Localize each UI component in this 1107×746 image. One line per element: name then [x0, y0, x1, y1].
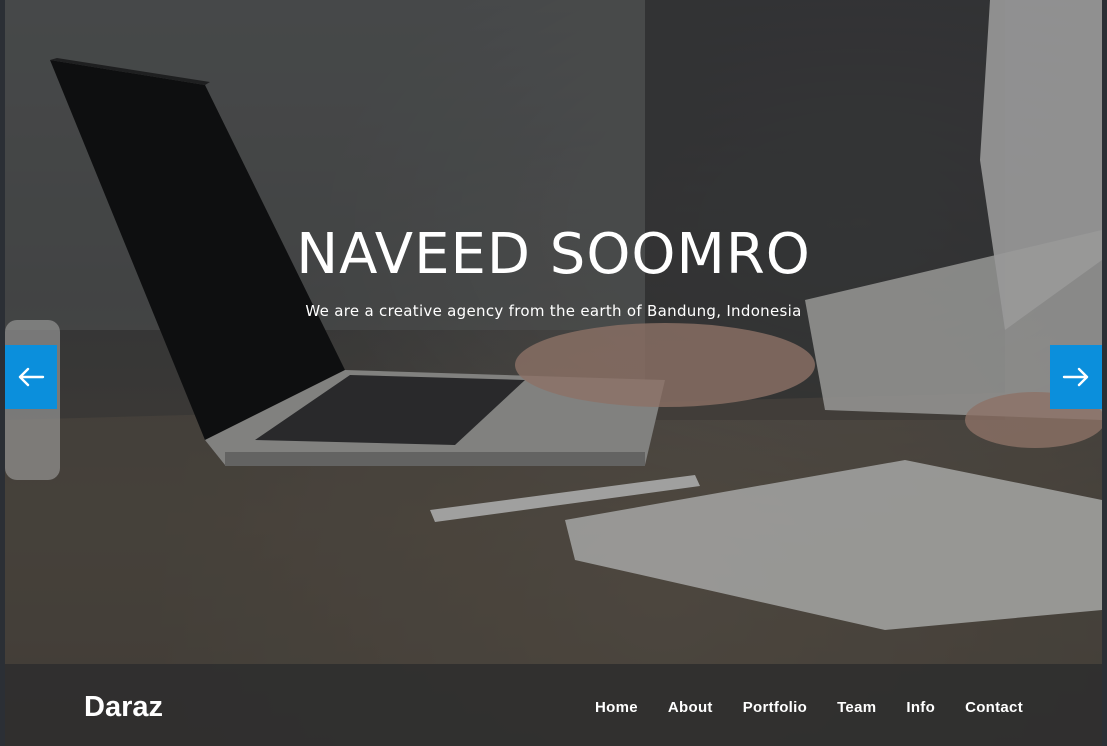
nav-link-home[interactable]: Home [595, 699, 638, 716]
right-edge-strip [1102, 0, 1107, 746]
arrow-right-icon [1062, 367, 1089, 387]
nav-item-home: Home [595, 699, 638, 717]
nav-link-info[interactable]: Info [906, 699, 935, 716]
nav-link-contact[interactable]: Contact [965, 699, 1023, 716]
hero-slider: NAVEED SOOMRO We are a creative agency f… [5, 0, 1102, 746]
page: NAVEED SOOMRO We are a creative agency f… [0, 0, 1107, 746]
nav-item-portfolio: Portfolio [743, 699, 807, 717]
arrow-left-icon [18, 367, 45, 387]
main-navbar: Daraz Home About Portfolio Team Info Con… [5, 664, 1102, 746]
nav-link-team[interactable]: Team [837, 699, 876, 716]
nav-menu: Home About Portfolio Team Info Contact [565, 699, 1023, 717]
brand-logo[interactable]: Daraz [84, 691, 163, 724]
hero-subtitle: We are a creative agency from the earth … [305, 302, 802, 320]
nav-item-contact: Contact [965, 699, 1023, 717]
nav-link-portfolio[interactable]: Portfolio [743, 699, 807, 716]
nav-item-info: Info [906, 699, 935, 717]
nav-item-team: Team [837, 699, 876, 717]
slider-prev-button[interactable] [5, 345, 57, 409]
nav-item-about: About [668, 699, 713, 717]
hero-dark-overlay [5, 0, 1102, 746]
hero-title: NAVEED SOOMRO [296, 222, 811, 287]
slider-next-button[interactable] [1050, 345, 1102, 409]
nav-link-about[interactable]: About [668, 699, 713, 716]
